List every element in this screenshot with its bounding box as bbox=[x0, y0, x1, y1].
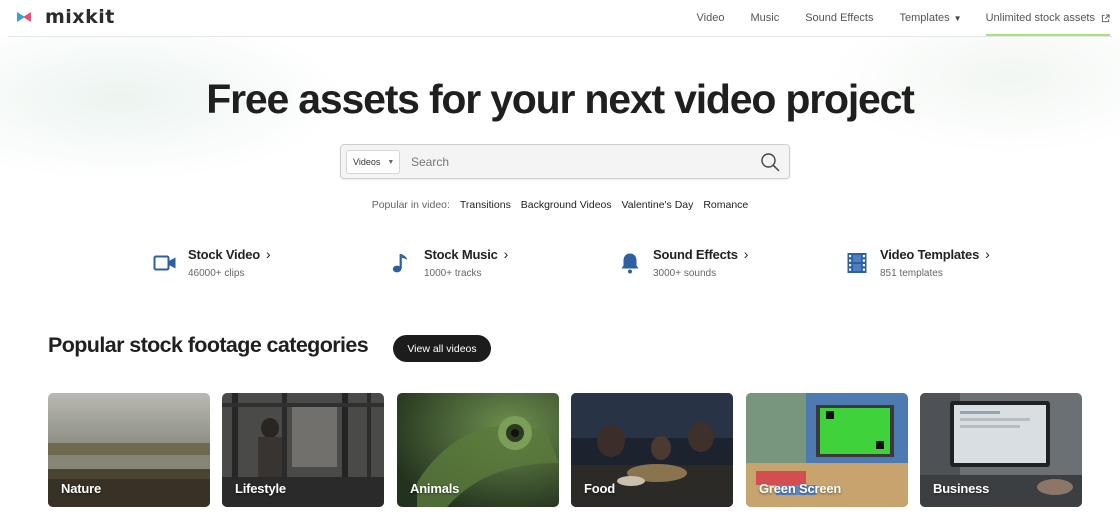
popular-tag-background-videos[interactable]: Background Videos bbox=[521, 199, 612, 211]
popular-tag-valentines-day[interactable]: Valentine's Day bbox=[622, 199, 694, 211]
chevron-right-icon: › bbox=[503, 246, 509, 262]
category-label: Food bbox=[584, 481, 615, 496]
nav-unlimited-stock-assets[interactable]: Unlimited stock assets bbox=[985, 0, 1110, 36]
page: mixkit Video Music Sound Effects Templat… bbox=[0, 0, 1120, 522]
chevron-down-icon: ▼ bbox=[387, 158, 395, 166]
chevron-right-icon: › bbox=[743, 246, 749, 262]
asset-stock-video[interactable]: Stock Video › 46000+ clips bbox=[153, 246, 271, 286]
view-all-videos-button[interactable]: View all videos bbox=[393, 335, 491, 362]
nav-music-label: Music bbox=[750, 12, 780, 24]
external-link-icon bbox=[1101, 13, 1110, 22]
search-category-value: Videos bbox=[353, 157, 381, 167]
chevron-right-icon: › bbox=[985, 246, 990, 262]
asset-video-templates[interactable]: Video Templates › 851 templates bbox=[845, 246, 990, 286]
popular-tag-transitions[interactable]: Transitions bbox=[460, 199, 511, 211]
category-label: Lifestyle bbox=[235, 481, 286, 496]
search-bar: Videos ▼ bbox=[340, 144, 790, 179]
music-note-icon bbox=[392, 254, 407, 273]
asset-stock-video-count: 46000+ clips bbox=[188, 268, 245, 279]
hero-title: Free assets for your next video project bbox=[206, 76, 915, 122]
popular-label: Popular in video: bbox=[371, 199, 450, 211]
caret-down-icon: ▼ bbox=[953, 13, 962, 23]
logo-text: mixkit bbox=[45, 6, 115, 28]
popular-tags: Popular in video: Transitions Background… bbox=[0, 199, 1120, 211]
mixkit-logo[interactable]: mixkit bbox=[17, 5, 115, 29]
category-card-nature[interactable]: Nature bbox=[48, 393, 210, 507]
asset-stock-music[interactable]: Stock Music › 1000+ tracks bbox=[389, 246, 508, 286]
category-card-food[interactable]: Food bbox=[571, 393, 733, 507]
asset-stock-music-title: Stock Music bbox=[424, 247, 498, 262]
nav-video-label: Video bbox=[696, 12, 725, 24]
nav-templates-label: Templates bbox=[899, 12, 950, 24]
bell-icon bbox=[621, 253, 639, 274]
asset-sound-effects-count: 3000+ sounds bbox=[653, 268, 717, 279]
nav-sound-effects[interactable]: Sound Effects bbox=[805, 0, 873, 36]
film-strip-icon bbox=[847, 253, 867, 273]
nav-sound-effects-label: Sound Effects bbox=[805, 12, 874, 24]
nav-unlimited-label: Unlimited stock assets bbox=[985, 12, 1095, 24]
category-label: Nature bbox=[61, 481, 101, 496]
asset-stock-video-title: Stock Video bbox=[188, 247, 260, 262]
main-nav: Video Music Sound Effects Templates ▼ Un… bbox=[671, 0, 1110, 36]
category-label: Animals bbox=[410, 481, 460, 496]
search-icon[interactable] bbox=[760, 152, 780, 172]
top-header: mixkit Video Music Sound Effects Templat… bbox=[0, 0, 1120, 36]
category-card-lifestyle[interactable]: Lifestyle bbox=[222, 393, 384, 507]
category-card-green-screen[interactable]: Green Screen bbox=[746, 393, 908, 507]
chevron-right-icon: › bbox=[265, 246, 271, 262]
popular-tag-romance[interactable]: Romance bbox=[703, 199, 748, 211]
mixkit-logo-mark-icon bbox=[17, 12, 31, 22]
category-card-business[interactable]: Business bbox=[920, 393, 1082, 507]
nav-templates-dropdown[interactable]: Templates ▼ bbox=[900, 0, 962, 36]
asset-sound-effects[interactable]: Sound Effects › 3000+ sounds bbox=[618, 246, 748, 286]
category-card-animals[interactable]: Animals bbox=[397, 393, 559, 507]
nav-music[interactable]: Music bbox=[750, 0, 779, 36]
nav-video[interactable]: Video bbox=[697, 0, 725, 36]
category-label: Green Screen bbox=[759, 481, 842, 496]
asset-sound-effects-title: Sound Effects bbox=[653, 247, 738, 262]
asset-video-templates-title: Video Templates bbox=[880, 247, 980, 262]
search-category-select[interactable]: Videos ▼ bbox=[346, 150, 400, 174]
category-label: Business bbox=[933, 481, 990, 496]
video-camera-icon bbox=[153, 255, 176, 271]
categories-heading: Popular stock footage categories bbox=[48, 333, 369, 357]
asset-video-templates-count: 851 templates bbox=[880, 268, 943, 279]
search-input[interactable] bbox=[411, 151, 741, 173]
asset-stock-music-count: 1000+ tracks bbox=[424, 268, 482, 279]
